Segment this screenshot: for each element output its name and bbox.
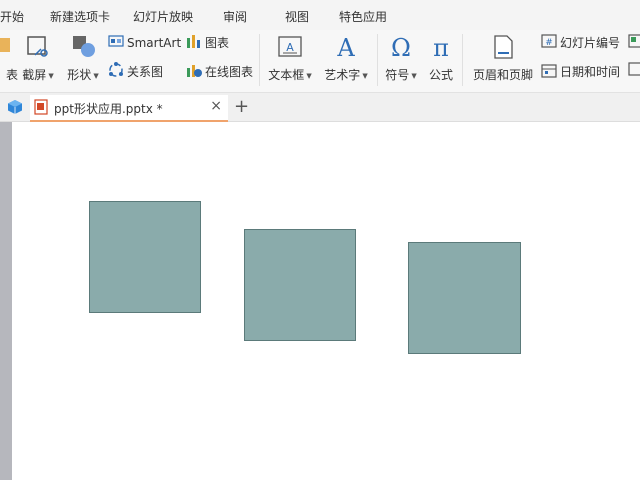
slide-canvas[interactable]	[12, 122, 640, 480]
shape-icon	[69, 34, 97, 63]
ribbon-separator	[259, 34, 260, 86]
relation-chart-icon	[108, 62, 124, 83]
menu-new-tab[interactable]: 新建选项卡	[50, 8, 110, 25]
document-tab[interactable]: ppt形状应用.pptx * ×	[30, 95, 228, 122]
smartart-icon	[108, 34, 124, 53]
ribbon-separator	[377, 34, 378, 86]
online-chart-button[interactable]: 在线图表	[186, 62, 253, 80]
object-icon	[628, 34, 640, 53]
menu-view[interactable]: 视图	[285, 8, 309, 25]
datetime-button[interactable]: 日期和时间	[541, 62, 620, 80]
svg-text:π: π	[433, 34, 449, 60]
pptx-file-icon	[34, 99, 48, 118]
formula-button[interactable]: π 公式	[424, 34, 458, 82]
online-chart-icon	[186, 62, 202, 83]
menu-home[interactable]: 开始	[0, 8, 24, 25]
smartart-button[interactable]: SmartArt	[108, 34, 181, 52]
bar-chart-icon	[186, 34, 202, 53]
menu-slideshow[interactable]: 幻灯片放映	[133, 8, 193, 25]
chart-button[interactable]: 图表	[186, 34, 229, 52]
svg-text:A: A	[336, 34, 355, 60]
square-shape-2[interactable]	[244, 229, 356, 341]
wordart-icon: A	[333, 34, 359, 63]
table-icon	[0, 34, 14, 61]
screenshot-icon	[25, 34, 51, 63]
ribbon-separator	[462, 34, 463, 86]
svg-text:A: A	[286, 41, 294, 54]
close-tab-icon[interactable]: ×	[210, 98, 222, 114]
textbox-button[interactable]: A 文本框 ▼	[264, 34, 316, 82]
slide-number-icon: #	[541, 34, 557, 53]
relation-chart-button[interactable]: 关系图	[108, 62, 163, 80]
document-tab-bar: ppt形状应用.pptx * ×	[0, 93, 640, 122]
document-tab-title: ppt形状应用.pptx *	[54, 102, 163, 116]
square-shape-3[interactable]	[408, 242, 521, 354]
slide-number-button[interactable]: # 幻灯片编号	[541, 34, 620, 52]
table-button[interactable]: 表	[0, 34, 18, 82]
svg-text:#: #	[545, 38, 553, 48]
shape-button[interactable]: 形状 ▼	[64, 34, 102, 82]
menu-bar: 开始 新建选项卡 幻灯片放映 审阅 视图 特色应用	[0, 0, 640, 30]
calendar-icon	[541, 62, 557, 83]
object-button[interactable]	[628, 34, 640, 52]
slide-panel-edge	[0, 122, 12, 480]
symbol-button[interactable]: Ω 符号 ▼	[381, 34, 421, 82]
insert-ribbon: 表 截屏 ▼ 形状 ▼ SmartArt 关系图 图表 在线图表 A 文本框 ▼…	[0, 30, 640, 93]
textbox-icon: A	[277, 34, 303, 63]
svg-text:Ω: Ω	[391, 34, 411, 60]
wordart-button[interactable]: A 艺术字 ▼	[320, 34, 372, 82]
new-tab-button[interactable]: +	[234, 96, 249, 117]
page-icon	[492, 34, 514, 63]
omega-icon: Ω	[388, 34, 414, 63]
header-footer-button[interactable]: 页眉和页脚	[468, 34, 538, 82]
attachment-icon	[628, 62, 640, 81]
screenshot-button[interactable]: 截屏 ▼	[20, 34, 56, 82]
attachment-button[interactable]	[628, 62, 640, 80]
menu-special[interactable]: 特色应用	[339, 8, 387, 25]
square-shape-1[interactable]	[89, 201, 201, 313]
pi-icon: π	[428, 34, 454, 63]
cube-icon[interactable]	[7, 99, 23, 119]
menu-review[interactable]: 审阅	[223, 8, 247, 25]
